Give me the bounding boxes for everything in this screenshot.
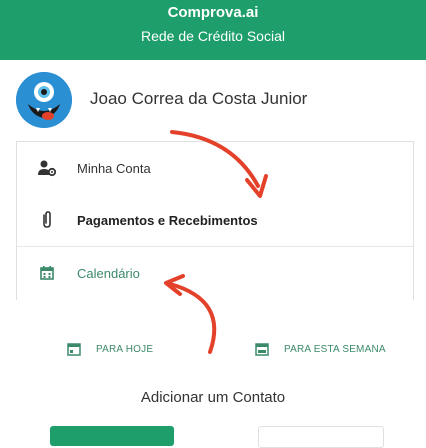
- quick-link-label: PARA ESTA SEMANA: [284, 343, 386, 355]
- quick-link-para-esta-semana[interactable]: PARA ESTA SEMANA: [254, 338, 386, 360]
- menu-item-label: Pagamentos e Recebimentos: [77, 212, 258, 228]
- quick-link-para-hoje[interactable]: PARA HOJE: [66, 338, 153, 360]
- add-contact-heading: Adicionar um Contato: [140, 389, 286, 406]
- account-menu: Minha Conta Pagamentos e Recebimentos Ca…: [16, 141, 414, 300]
- calendar-icon: [255, 343, 269, 356]
- app-header: Comprova.ai Rede de Crédito Social: [0, 0, 426, 60]
- user-gear-icon: [38, 160, 57, 177]
- paperclip-icon: [43, 211, 51, 228]
- avatar[interactable]: [16, 72, 72, 128]
- menu-item-calendario[interactable]: Calendário: [17, 247, 413, 299]
- app-subtitle: Rede de Crédito Social: [141, 28, 285, 44]
- quick-link-label: PARA HOJE: [96, 343, 154, 355]
- app-title: Comprova.ai: [167, 4, 259, 21]
- calendar-icon: [40, 266, 54, 280]
- profile-name: Joao Correa da Costa Junior: [90, 89, 308, 108]
- calendar-icon: [67, 343, 81, 356]
- menu-item-label: Calendário: [77, 265, 140, 281]
- menu-item-minha-conta[interactable]: Minha Conta: [17, 142, 413, 194]
- add-contact-secondary-button[interactable]: [258, 426, 384, 448]
- menu-item-label: Minha Conta: [77, 160, 151, 176]
- monster-avatar-icon: [16, 72, 72, 128]
- menu-item-pagamentos[interactable]: Pagamentos e Recebimentos: [17, 194, 413, 247]
- add-contact-primary-button[interactable]: [50, 426, 174, 446]
